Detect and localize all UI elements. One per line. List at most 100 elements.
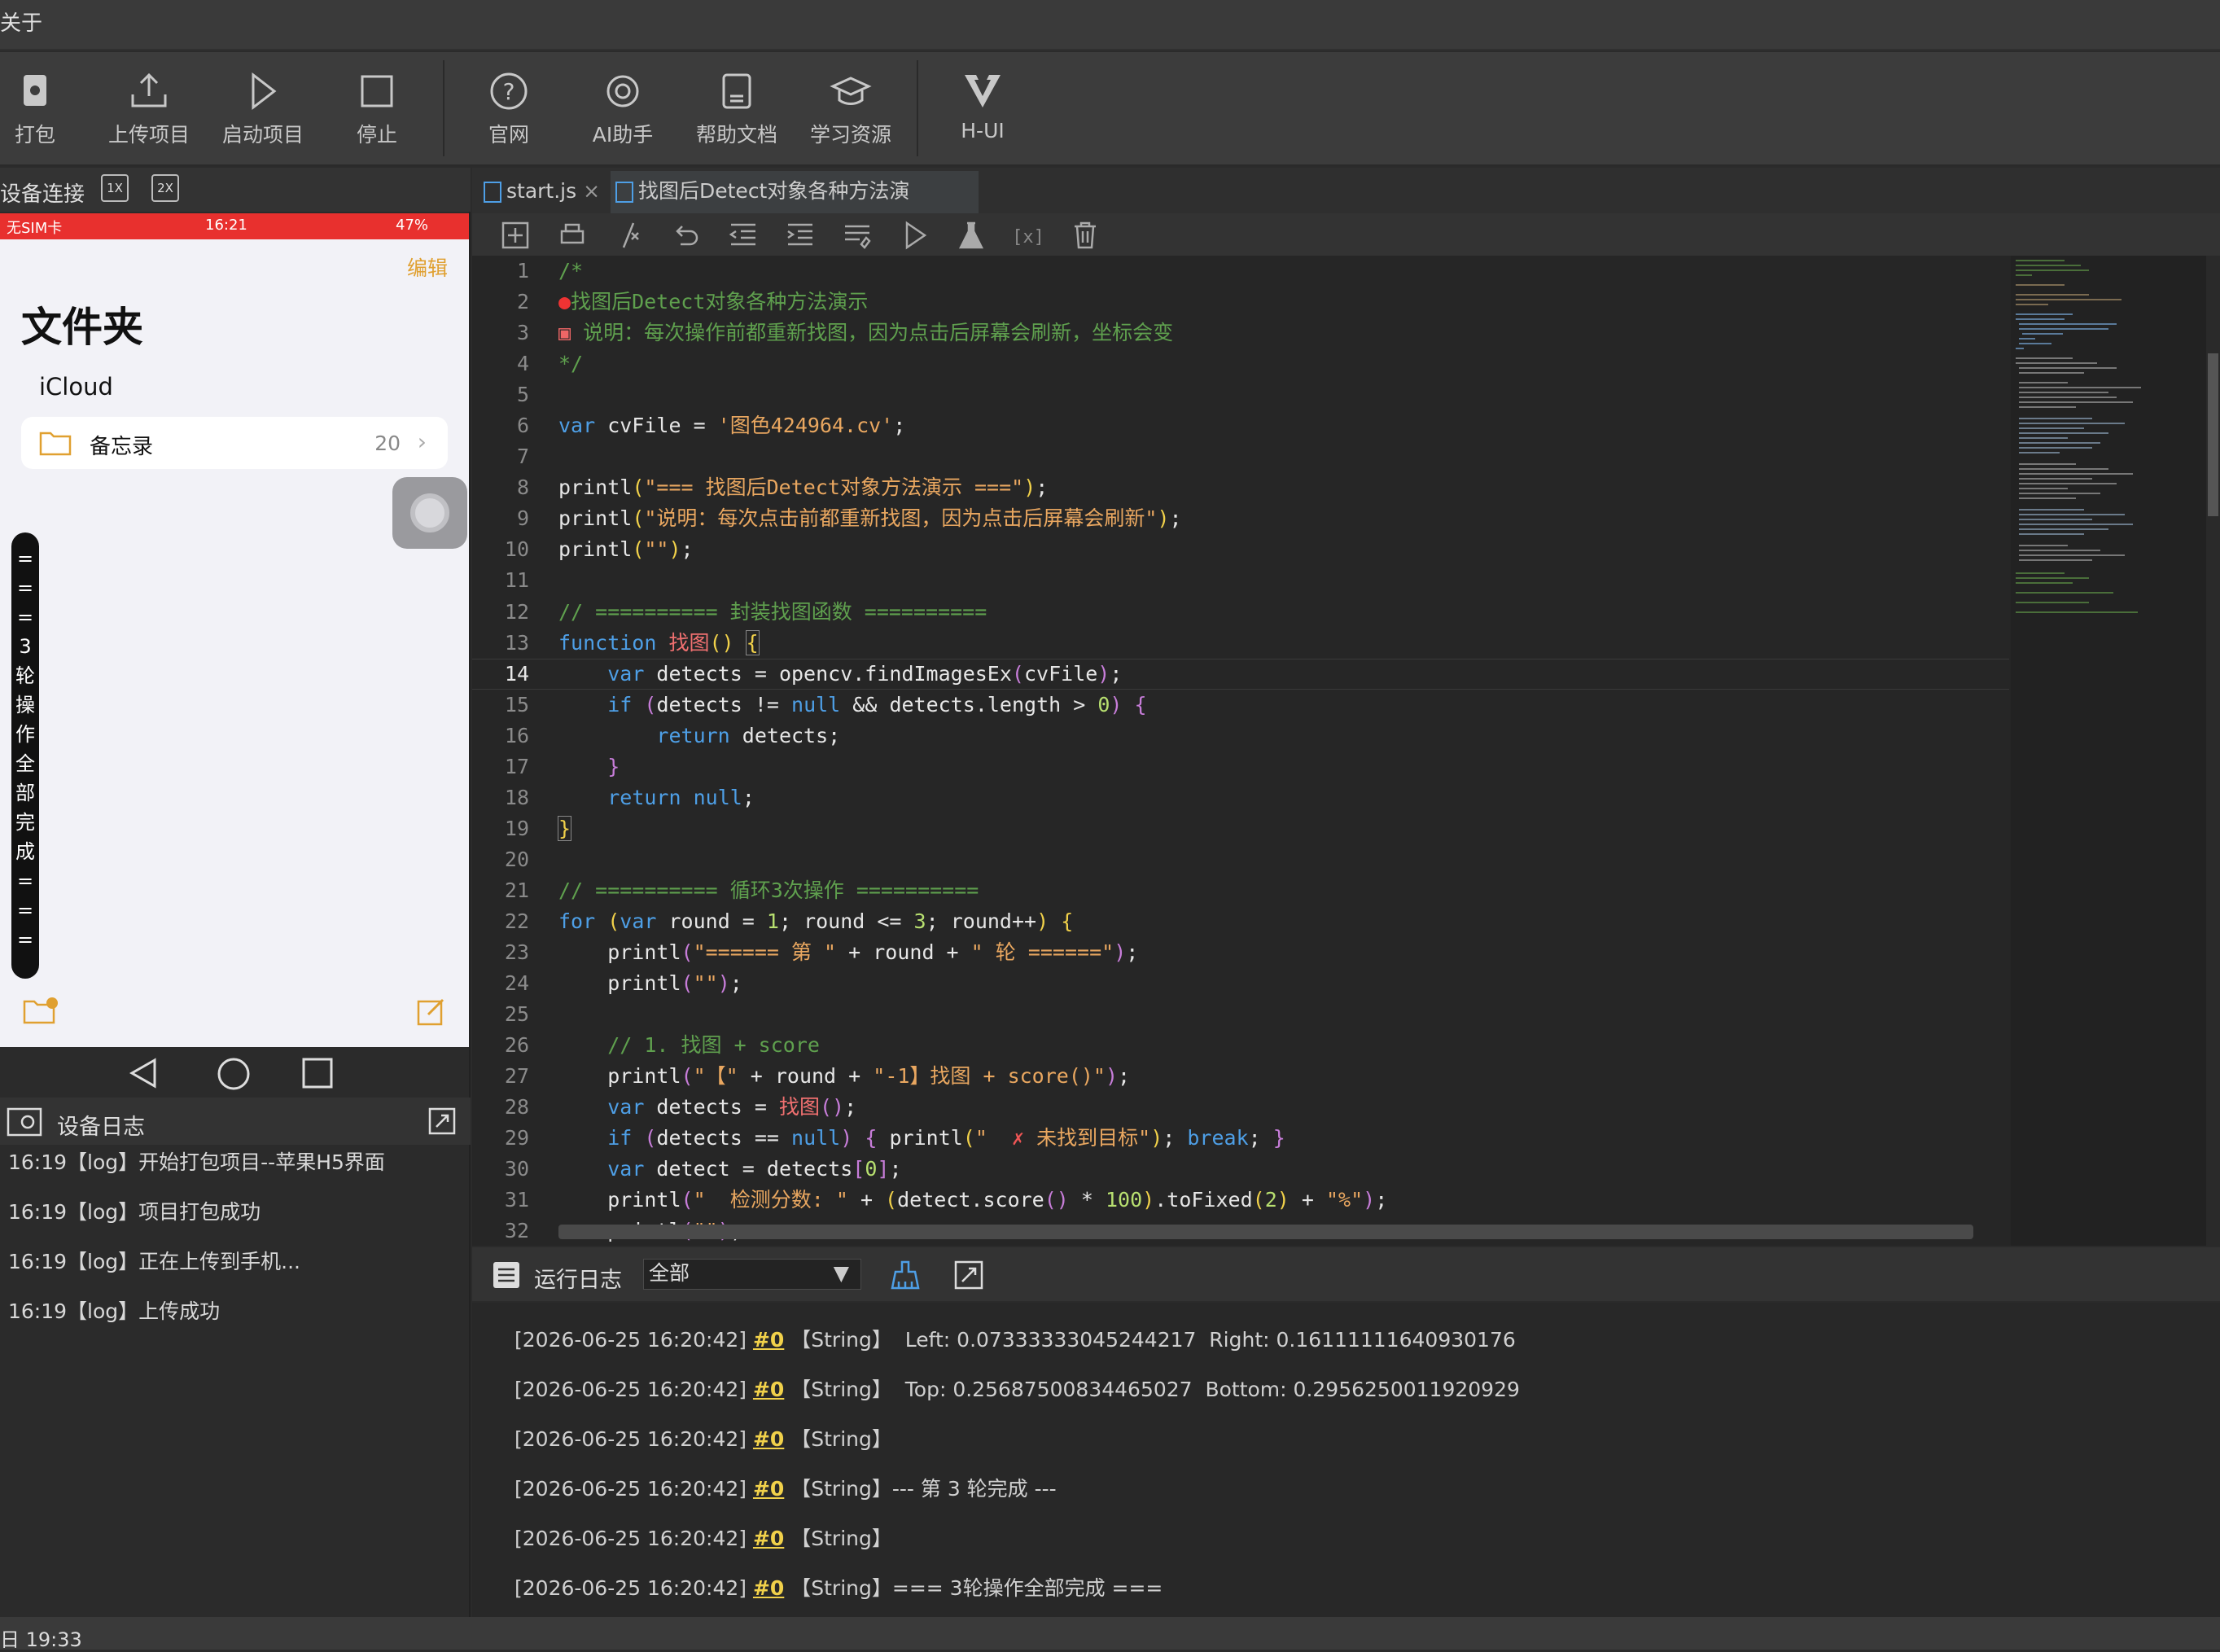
log-message: 【String】 Left: 0.07333333045244217 Right… bbox=[784, 1328, 1516, 1352]
phone-status-bar: 无SIM卡 16:21 47% bbox=[0, 213, 469, 239]
learn-label: 学习资源 bbox=[809, 123, 891, 147]
thread-tag-link[interactable]: #0 bbox=[753, 1427, 784, 1451]
js-file-icon bbox=[615, 182, 633, 203]
line-number: 14 bbox=[504, 661, 529, 686]
tab-detect-demo[interactable]: 找图后Detect对象各种方法演示.js× bbox=[611, 171, 979, 243]
docs-label: 帮助文档 bbox=[695, 123, 777, 147]
code-line: if (detects == null) { printl(" ✗ 未找到目标"… bbox=[607, 1126, 1285, 1150]
line-gutter: 1 2 3 4 5 6 7 8 9 10 11 12 13 14 15 16 17 18 19 20 21 22 23 24 2… bbox=[472, 256, 529, 1246]
line-number: 6 bbox=[516, 414, 529, 438]
hui-label: H-UI bbox=[961, 119, 1005, 142]
variable-icon[interactable]: [x] bbox=[1013, 220, 1044, 251]
menu-about[interactable]: 关于 bbox=[0, 7, 42, 37]
log-message: 【String】 bbox=[784, 1527, 892, 1550]
delete-icon[interactable] bbox=[1070, 220, 1101, 251]
help-circle-icon: ? bbox=[490, 72, 528, 110]
line-number: 25 bbox=[504, 1002, 529, 1027]
code-line: var cvFile = '图色424964.cv'; bbox=[558, 414, 906, 438]
tab-label: start.js bbox=[506, 179, 577, 203]
new-folder-icon[interactable] bbox=[23, 997, 59, 1026]
run-log-entry: [2026-06-25 16:20:42] #0 【String】 Left: … bbox=[514, 1324, 1516, 1353]
print-icon[interactable] bbox=[557, 220, 588, 251]
run-log-entry: [2026-06-25 16:20:42] #0 【String】 bbox=[514, 1523, 892, 1552]
icloud-section-label: iCloud bbox=[39, 373, 113, 401]
line-number: 11 bbox=[504, 568, 529, 593]
ai-label: AI助手 bbox=[592, 123, 654, 147]
close-icon[interactable]: × bbox=[583, 179, 600, 203]
compose-icon[interactable] bbox=[415, 997, 448, 1026]
hui-logo-icon bbox=[965, 75, 1001, 107]
back-icon[interactable] bbox=[127, 1057, 160, 1089]
outdent-icon[interactable] bbox=[728, 220, 759, 251]
code-line: printl(""); bbox=[558, 537, 694, 562]
line-number: 24 bbox=[504, 971, 529, 996]
line-number: 22 bbox=[504, 909, 529, 933]
undo-icon[interactable] bbox=[671, 220, 702, 251]
chevron-right-icon: › bbox=[417, 428, 427, 455]
graduation-cap-icon bbox=[830, 77, 872, 105]
recents-icon[interactable] bbox=[301, 1057, 334, 1089]
completion-banner: ===3轮操作全部完成=== bbox=[11, 532, 39, 979]
ai-button[interactable]: AI助手 bbox=[570, 70, 676, 160]
popout-icon[interactable] bbox=[428, 1107, 456, 1135]
vertical-scrollbar[interactable] bbox=[2206, 256, 2220, 1246]
line-number: 9 bbox=[516, 506, 529, 531]
run-icon[interactable] bbox=[899, 220, 930, 251]
thread-tag-link[interactable]: #0 bbox=[753, 1576, 784, 1600]
hui-button[interactable]: H-UI bbox=[930, 70, 1036, 160]
upload-icon bbox=[131, 72, 167, 107]
code-editor[interactable]: 1 2 3 4 5 6 7 8 9 10 11 12 13 14 15 16 17 18 19 20 21 22 23 24 2… bbox=[472, 256, 2220, 1246]
log-message: 【String】 bbox=[784, 1427, 892, 1451]
add-icon[interactable] bbox=[500, 220, 531, 251]
upload-button[interactable]: 上传项目 bbox=[96, 70, 202, 160]
home-icon[interactable] bbox=[217, 1057, 251, 1091]
thread-tag-link[interactable]: #0 bbox=[753, 1477, 784, 1501]
log-message: 【String】--- 第 3 轮完成 --- bbox=[784, 1477, 1057, 1501]
tab-start-js[interactable]: start.js × bbox=[480, 171, 602, 213]
line-number: 21 bbox=[504, 878, 529, 902]
folder-count: 20 bbox=[374, 432, 401, 455]
zoom-2x-button[interactable]: 2X bbox=[151, 174, 179, 202]
indent-icon[interactable] bbox=[785, 220, 816, 251]
docs-button[interactable]: 帮助文档 bbox=[684, 70, 790, 160]
run-log-list: [2026-06-25 16:20:42] #0 【String】 Left: … bbox=[472, 1303, 2220, 1617]
code-line: ●找图后Detect对象各种方法演示 bbox=[558, 290, 869, 314]
clear-broom-icon[interactable] bbox=[889, 1259, 922, 1291]
code-line: printl("=== 找图后Detect对象方法演示 ==="); bbox=[558, 475, 1049, 500]
code-line: printl("说明：每次点击前都重新找图，因为点击后屏幕会刷新"); bbox=[558, 506, 1182, 531]
edit-button[interactable]: 编辑 bbox=[407, 252, 448, 282]
thread-tag-link[interactable]: #0 bbox=[753, 1527, 784, 1550]
phone-screen[interactable]: 无SIM卡 16:21 47% 编辑 文件夹 iCloud 备忘录 20 › =… bbox=[0, 213, 469, 1047]
horizontal-scrollbar[interactable] bbox=[558, 1225, 1973, 1239]
stop-button[interactable]: 停止 bbox=[324, 70, 430, 160]
code-line: return detects; bbox=[656, 723, 841, 747]
pack-button[interactable]: 打包 bbox=[0, 70, 88, 160]
log-timestamp: [2026-06-25 16:20:42] bbox=[514, 1576, 753, 1600]
learn-button[interactable]: 学习资源 bbox=[798, 70, 904, 160]
folder-row[interactable]: 备忘录 20 › bbox=[21, 417, 448, 469]
flask-icon[interactable] bbox=[956, 220, 987, 251]
log-filter-select[interactable]: 全部 ▼ bbox=[643, 1259, 861, 1290]
battery-text: 47% bbox=[396, 217, 429, 234]
comment-icon[interactable] bbox=[614, 220, 645, 251]
line-number: 13 bbox=[504, 630, 529, 655]
thread-tag-link[interactable]: #0 bbox=[753, 1378, 784, 1401]
code-content[interactable]: /* ●找图后Detect对象各种方法演示 ▣ 说明：每次操作前都重新找图，因为… bbox=[557, 256, 2089, 1246]
status-footer: 日 19:33 bbox=[0, 1617, 2220, 1651]
site-button[interactable]: ? 官网 bbox=[456, 70, 562, 160]
scroll-thumb[interactable] bbox=[2208, 353, 2218, 516]
log-timestamp: [2026-06-25 16:20:42] bbox=[514, 1378, 753, 1401]
start-label: 启动项目 bbox=[221, 123, 304, 147]
run-log-title: 运行日志 bbox=[534, 1268, 622, 1293]
format-icon[interactable] bbox=[842, 220, 873, 251]
assistive-touch-button[interactable] bbox=[392, 477, 467, 549]
start-button[interactable]: 启动项目 bbox=[210, 70, 316, 160]
thread-tag-link[interactable]: #0 bbox=[753, 1328, 784, 1352]
ai-icon bbox=[606, 75, 639, 107]
editor-tabs: start.js× 找图后Detect对象各种方法演示.js× bbox=[472, 168, 2220, 243]
left-panel: 设备连接 1X 2X 无SIM卡 16:21 47% 编辑 文件夹 iCloud… bbox=[0, 168, 471, 1617]
code-minimap[interactable] bbox=[2011, 256, 2206, 1246]
popout-icon[interactable] bbox=[954, 1260, 983, 1290]
zoom-1x-button[interactable]: 1X bbox=[101, 174, 129, 202]
